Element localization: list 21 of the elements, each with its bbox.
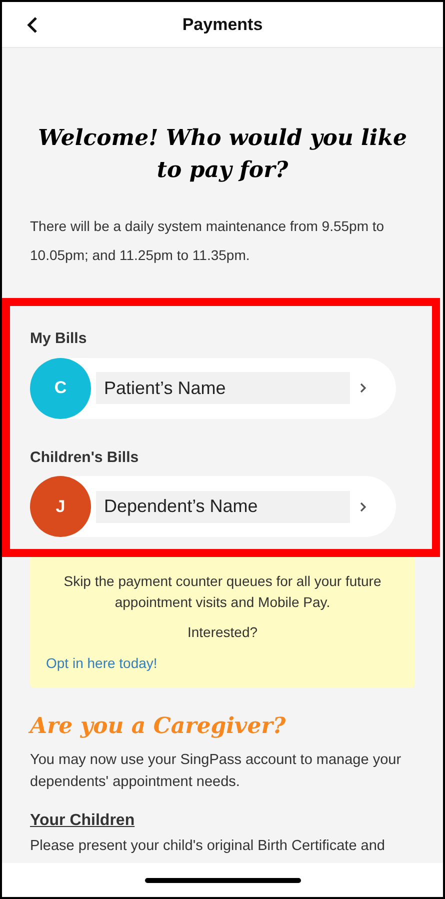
caregiver-text: You may now use your SingPass account to manage your dependents' appointment needs.	[30, 751, 402, 792]
person-name: Dependent’s Name	[96, 490, 350, 522]
promo-question: Interested?	[186, 623, 259, 642]
children-subheading: Your Children	[30, 811, 136, 831]
person-row[interactable]: J Dependent’s Name	[30, 476, 396, 537]
person-name: Patient’s Name	[96, 372, 350, 404]
opt-in-link[interactable]: Opt in here today!	[46, 653, 158, 674]
children-text: Please present your child's original Birth Certificate and	[30, 837, 386, 856]
chevron-icon	[360, 383, 367, 393]
section-label: My Bills	[30, 329, 88, 349]
page-title: Payments	[182, 14, 263, 36]
promo-text: Skip the payment counter queues for all your future appointment visits and Mobile Pay.	[62, 572, 382, 612]
avatar: C	[30, 358, 91, 418]
caregiver-heading: Are you a Caregiver?	[30, 712, 287, 741]
avatar: J	[30, 476, 91, 537]
person-row[interactable]: C Patient’s Name	[30, 358, 396, 418]
maintenance-notice: There will be a daily system maintenance from 9.55pm to 10.05pm; and 11.25pm to 11.35pm.	[30, 217, 386, 265]
chevron-icon	[360, 502, 367, 512]
back-icon	[26, 16, 38, 34]
section-label: Children's Bills	[30, 448, 140, 468]
welcome-heading: Welcome! Who would you like to pay for?	[36, 124, 408, 185]
